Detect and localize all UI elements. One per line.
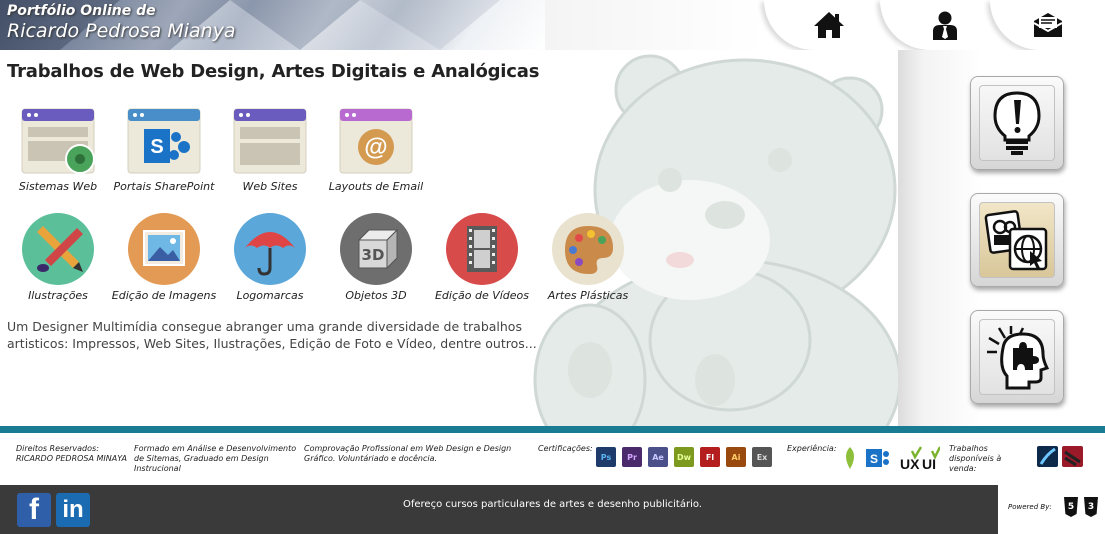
- 3d-cube-icon: 3D: [340, 213, 412, 285]
- logo[interactable]: Portfólio Online de Ricardo Pedrosa Mian…: [0, 0, 545, 50]
- shop-icon-1[interactable]: [1037, 446, 1058, 467]
- umbrella-icon: [234, 213, 306, 285]
- web-system-gear-icon: [21, 108, 95, 174]
- leaf-icon: [846, 447, 854, 469]
- category-sistemas-web[interactable]: Sistemas Web: [3, 107, 113, 193]
- button-face: [979, 319, 1055, 395]
- cert-badge-photoshop: Ps: [596, 447, 616, 467]
- rights-block: Direitos Reservados: RICARDO PEDROSA MIN…: [16, 444, 131, 464]
- css3-icon: 3: [1084, 497, 1098, 517]
- cert-badge-text: Dw: [676, 452, 692, 462]
- category-label: Portais SharePoint: [113, 180, 215, 193]
- head-puzzle-icon: [987, 326, 1049, 390]
- category-label: Objetos 3D: [345, 289, 407, 302]
- category-label: Layouts de Email: [328, 180, 424, 193]
- main-content: Trabalhos de Web Design, Artes Digitais …: [0, 50, 898, 426]
- cert-badge-premiere: Pr: [622, 447, 642, 467]
- brush-stroke-icon: [1039, 447, 1056, 465]
- cert-badge-flash: Fl: [700, 447, 720, 467]
- category-edicao-videos[interactable]: Edição de Vídeos: [427, 212, 537, 302]
- cert-badge-text: Ps: [600, 452, 612, 462]
- paint-palette-icon: [552, 213, 624, 285]
- category-portais-sharepoint[interactable]: S Portais SharePoint: [109, 107, 219, 193]
- email-at-icon: @: [339, 108, 413, 174]
- experience-icons: S UX UI: [846, 446, 940, 471]
- footer-text: Ofereço cursos particulares de artes e d…: [403, 499, 702, 510]
- cert-badge-dreamweaver: Dw: [674, 447, 694, 467]
- sidebar-button-mind[interactable]: [970, 310, 1064, 404]
- category-web-sites[interactable]: Web Sites: [215, 107, 325, 193]
- home-icon: [814, 12, 844, 38]
- footer: f in Ofereço cursos particulares de arte…: [0, 485, 1105, 534]
- sidebar-button-ideas[interactable]: [970, 76, 1064, 170]
- logo-subtitle: Portfólio Online de: [7, 3, 156, 19]
- divider-line: [0, 426, 1105, 433]
- svg-text:3D: 3D: [362, 246, 385, 264]
- header-band: [545, 0, 765, 50]
- category-label: Artes Plásticas: [547, 289, 629, 302]
- description: Um Designer Multimídia consegue abranger…: [7, 319, 537, 351]
- cert-badge-text: Ae: [652, 452, 664, 462]
- cert-badge-other: Ex: [752, 447, 772, 467]
- film-strip-icon: [446, 213, 518, 285]
- cert-badge-text: Ai: [731, 452, 741, 462]
- for-sale-label: Trabalhos disponíveis à venda:: [949, 444, 1002, 473]
- certs-label: Certificações:: [538, 444, 593, 453]
- education-text: Formado em Análise e Desenvolvimento de …: [134, 444, 297, 473]
- category-label: Sistemas Web: [18, 180, 98, 193]
- logo-name: Ricardo Pedrosa Mianya: [7, 20, 236, 42]
- page-title: Trabalhos de Web Design, Artes Digitais …: [7, 61, 540, 82]
- nav-home-button[interactable]: [764, 0, 894, 50]
- ui-icon: UI: [922, 456, 936, 471]
- pencil-brush-icon: [22, 213, 94, 285]
- category-label: Edição de Imagens: [111, 289, 217, 302]
- right-sidebar: [898, 50, 1105, 426]
- rights-name: RICARDO PEDROSA MINAYA: [16, 454, 127, 463]
- cert-badge-text: Pr: [627, 452, 637, 462]
- category-label: Edição de Vídeos: [434, 289, 530, 302]
- powered-box: Powered By: 5 3: [998, 485, 1105, 534]
- cert-badge-text: Fl: [705, 452, 715, 462]
- user-suit-icon: [933, 11, 957, 40]
- media-web-icon: [984, 210, 1048, 271]
- lightbulb-exclamation-icon: [993, 91, 1041, 155]
- powered-by-label: Powered By:: [1008, 503, 1052, 511]
- svg-text:S: S: [870, 452, 878, 466]
- category-edicao-imagens[interactable]: Edição de Imagens: [109, 212, 219, 302]
- proof-text: Comprovação Profissional em Web Design e…: [304, 444, 512, 463]
- button-face: [979, 85, 1055, 161]
- cert-badge-aftereffects: Ae: [648, 447, 668, 467]
- svg-text:@: @: [364, 134, 387, 161]
- cert-badge-illustrator: Ai: [726, 447, 746, 467]
- header: Portfólio Online de Ricardo Pedrosa Mian…: [0, 0, 1105, 50]
- info-bar: Direitos Reservados: RICARDO PEDROSA MIN…: [0, 433, 1105, 485]
- category-ilustracoes[interactable]: Ilustrações: [3, 212, 113, 302]
- category-logomarcas[interactable]: Logomarcas: [215, 212, 325, 302]
- mail-icon: [1033, 13, 1062, 37]
- stripe-icon: [1064, 450, 1081, 467]
- category-label: Ilustrações: [28, 289, 88, 302]
- rights-label: Direitos Reservados:: [16, 444, 99, 453]
- shop-icon-2[interactable]: [1062, 446, 1083, 467]
- category-objetos-3d[interactable]: 3D Objetos 3D: [321, 212, 431, 302]
- category-label: Web Sites: [242, 180, 298, 193]
- button-face: [979, 202, 1055, 278]
- cert-badge-text: Ex: [756, 452, 768, 462]
- category-artes-plasticas[interactable]: Artes Plásticas: [533, 212, 643, 302]
- category-layouts-email[interactable]: @ Layouts de Email: [321, 107, 431, 193]
- picture-icon: [128, 213, 200, 285]
- website-window-icon: [233, 108, 307, 174]
- ux-icon: UX: [900, 456, 920, 471]
- svg-text:S: S: [150, 136, 163, 158]
- category-label: Logomarcas: [236, 289, 304, 302]
- sidebar-button-media[interactable]: [970, 193, 1064, 287]
- sharepoint-icon: S: [127, 108, 201, 174]
- experience-label: Experiência:: [787, 444, 837, 453]
- html5-icon: 5: [1064, 497, 1078, 517]
